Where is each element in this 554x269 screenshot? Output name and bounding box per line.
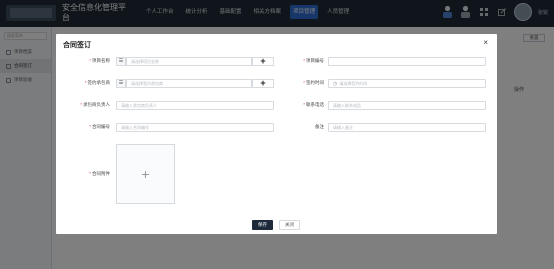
attachment-label: *合同附件 <box>89 171 110 176</box>
upload-area[interactable]: + <box>116 144 175 204</box>
plus-icon: + <box>141 166 150 182</box>
contractor-lead-input[interactable]: 请输入承包商负责人 <box>116 101 274 110</box>
contractor-label: *签约承包商 <box>84 80 110 85</box>
close-icon[interactable]: × <box>483 39 488 47</box>
sign-time-input[interactable]: ◷ 请选择签约时间 <box>328 79 486 88</box>
close-button[interactable]: 关闭 <box>279 220 300 230</box>
contract-no-input[interactable]: 请输入合同编号 <box>116 123 274 132</box>
project-name-input[interactable]: 请选择项目名称 <box>126 57 252 66</box>
contact-phone-label: *联系电话 <box>303 102 324 107</box>
remarks-label: 备注 <box>315 124 324 129</box>
list-icon[interactable]: ☰ <box>116 57 126 66</box>
sign-time-label: *签约时间 <box>303 80 324 85</box>
contract-dialog: 合同签订 × *项目名称 ☰ 请选择项目名称 + *项目编号 *签约承包商 ☰ … <box>56 34 497 234</box>
contractor-input[interactable]: 请选择签约承包商 <box>126 79 252 88</box>
remarks-input[interactable]: 请输入备注 <box>328 123 486 132</box>
calendar-icon: ◷ <box>333 81 338 87</box>
project-code-input[interactable] <box>328 57 486 66</box>
project-code-label: *项目编号 <box>303 58 324 63</box>
save-button[interactable]: 保存 <box>252 220 273 230</box>
list-icon[interactable]: ☰ <box>116 79 126 88</box>
contact-phone-input[interactable]: 请输入联系电话 <box>328 101 486 110</box>
contract-no-label: *合同编号 <box>89 124 110 129</box>
dialog-title: 合同签订 <box>63 42 91 49</box>
project-name-label: *项目名称 <box>89 58 110 63</box>
contractor-lead-label: *承包商负责人 <box>80 102 110 107</box>
